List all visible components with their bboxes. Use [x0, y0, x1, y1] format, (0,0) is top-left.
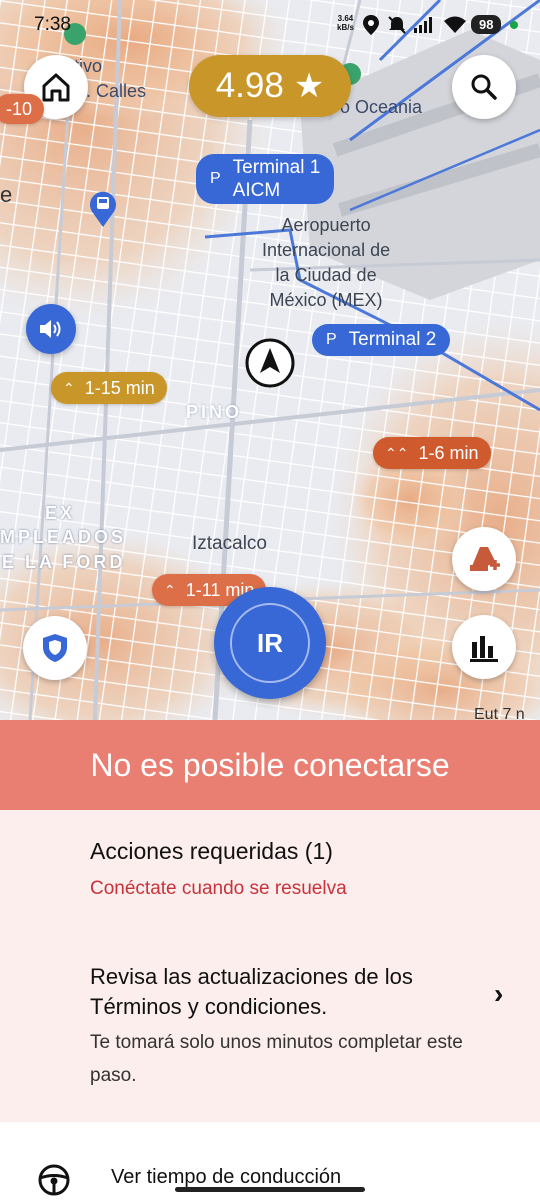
- terminal-2-pin[interactable]: P Terminal 2: [312, 324, 451, 356]
- surge-pill[interactable]: -10: [0, 94, 45, 124]
- map-label-edge: e: [0, 182, 13, 207]
- terms-heading: Revisa las actualizaciones de los Términ…: [90, 964, 413, 1019]
- map-label-calles: . Calles: [86, 81, 147, 101]
- terminal-1-label: Terminal 1 AICM: [232, 157, 321, 201]
- map-label-ex: EX: [45, 503, 76, 523]
- network-rate: 3.64 kB/s: [337, 14, 354, 32]
- home-indicator[interactable]: [175, 1187, 365, 1192]
- actions-title: Acciones requeridas (1): [90, 838, 333, 864]
- mute-icon: [388, 16, 406, 34]
- terminal-2-label: Terminal 2: [348, 329, 437, 350]
- chevron-right-icon[interactable]: ›: [494, 978, 503, 1010]
- bar-chart-icon: [470, 636, 498, 662]
- map-label-empleados: MPLEADOS: [0, 527, 127, 547]
- location-icon: [363, 15, 379, 35]
- actions-subtitle: Conéctate cuando se resuelva: [90, 878, 347, 899]
- parking-icon: P: [210, 170, 221, 187]
- battery-indicator: 98: [471, 15, 502, 34]
- double-chevron-up-icon: ⌃⌃: [385, 444, 409, 461]
- search-icon: [471, 74, 497, 100]
- connection-error-banner: No es posible conectarse: [0, 720, 540, 810]
- status-dot: [510, 21, 518, 29]
- map-label-ford: E LA FORD: [2, 552, 126, 572]
- wifi-icon: [444, 16, 466, 33]
- parking-icon: P: [326, 331, 337, 348]
- terms-update-item[interactable]: Revisa las actualizaciones de los Términ…: [90, 962, 480, 1092]
- safety-button[interactable]: [23, 616, 87, 680]
- go-online-button[interactable]: IR: [214, 587, 326, 699]
- steering-wheel-icon: [38, 1164, 70, 1196]
- map-label-pino: PINO: [186, 402, 243, 422]
- map-label-airport: Aeropuerto Internacional de la Ciudad de…: [262, 215, 391, 310]
- earnings-button[interactable]: [452, 615, 516, 679]
- search-button[interactable]: [452, 55, 516, 119]
- trip-boost-icon: [470, 547, 500, 571]
- terms-description: Te tomará solo unos minutos completar es…: [90, 1032, 463, 1086]
- boost-button[interactable]: [452, 527, 516, 591]
- rating-value: 4.98: [215, 66, 284, 105]
- status-bar: 7:38 3.64 kB/s 98: [0, 0, 540, 48]
- speaker-icon: [40, 320, 61, 338]
- surge-pill[interactable]: ⌃ 1-15 min: [51, 372, 167, 404]
- chevron-up-icon: ⌃: [164, 581, 176, 598]
- terminal-1-pin[interactable]: P Terminal 1 AICM: [196, 154, 335, 204]
- driving-time-link[interactable]: Ver tiempo de conducción: [111, 1166, 341, 1189]
- map-view[interactable]: 7:38 3.64 kB/s 98 rtivo . Calles o Oceani…: [0, 0, 540, 720]
- current-location-icon: [245, 338, 295, 388]
- sound-button[interactable]: [26, 304, 76, 354]
- banner-text: No es posible conectarse: [90, 746, 450, 783]
- surge-pill[interactable]: ⌃⌃ 1-6 min: [373, 437, 491, 469]
- driver-rating-badge[interactable]: 4.98 ★: [189, 55, 351, 117]
- status-time: 7:38: [34, 14, 71, 35]
- map-label-oceania: o Oceania: [340, 97, 423, 117]
- go-button-label: IR: [230, 603, 310, 683]
- required-actions-panel: Acciones requeridas (1) Conéctate cuando…: [0, 810, 540, 1122]
- metro-station-icon[interactable]: [87, 187, 119, 229]
- star-icon: ★: [293, 67, 325, 105]
- signal-icon: [414, 17, 432, 33]
- map-label-iztacalco: Iztacalco: [192, 533, 267, 554]
- shield-icon: [43, 634, 67, 662]
- map-label-eut: Eut 7 n: [474, 706, 525, 720]
- chevron-up-icon: ⌃: [63, 379, 75, 396]
- home-icon: [42, 73, 70, 102]
